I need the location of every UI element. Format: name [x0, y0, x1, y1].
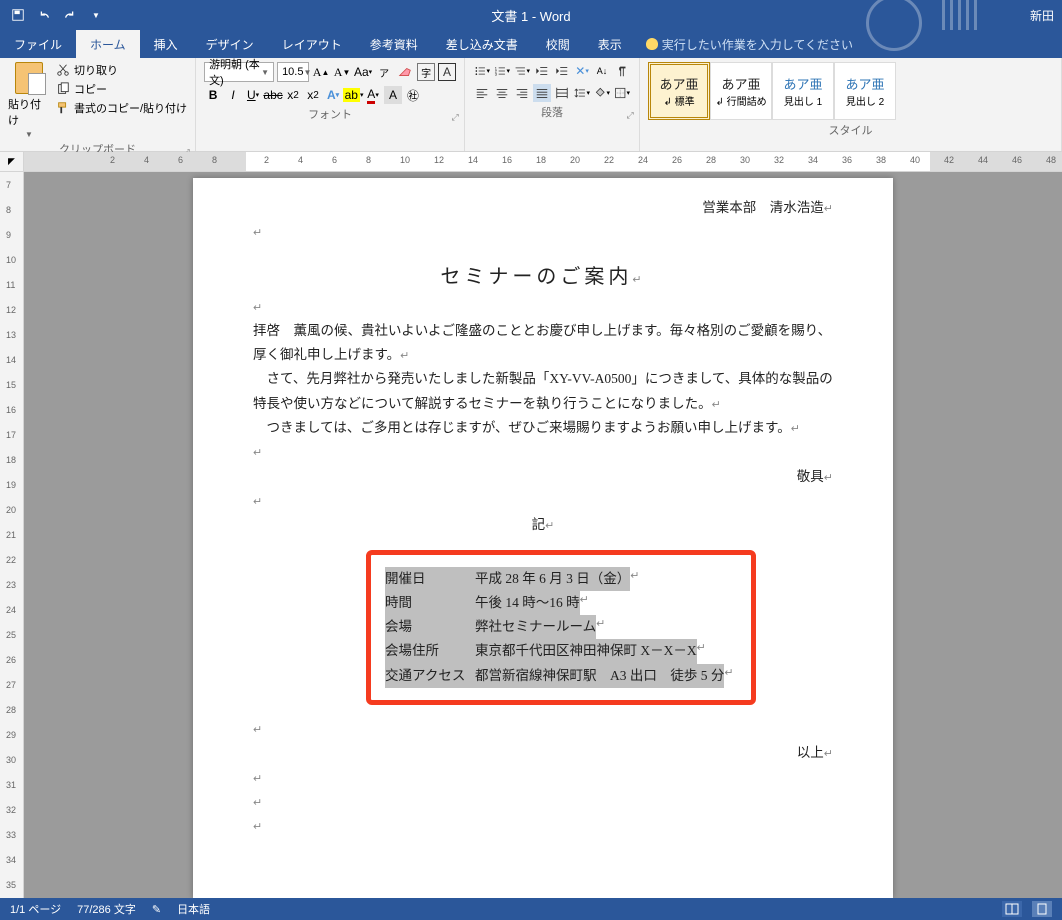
increase-indent[interactable]	[553, 62, 571, 80]
char-shading[interactable]: A	[384, 86, 402, 104]
formatpainter-button[interactable]: 書式のコピー/貼り付け	[56, 100, 187, 116]
align-center[interactable]	[493, 84, 511, 102]
highlight-box: 開催日平成 28 年 6 月 3 日（金） 時間午後 14 時～16 時 会場弊…	[366, 550, 756, 705]
view-print[interactable]	[1032, 901, 1052, 917]
align-left[interactable]	[473, 84, 491, 102]
change-case[interactable]: Aa▾	[354, 63, 372, 81]
style-normal[interactable]: あア亜↲ 標準	[648, 62, 710, 120]
qat-undo[interactable]	[32, 3, 56, 27]
align-right[interactable]	[513, 84, 531, 102]
char-border[interactable]: A	[438, 63, 456, 81]
bulb-icon	[646, 38, 658, 50]
paragraph-launcher[interactable]: ⤢	[625, 110, 635, 120]
user-name: 新田	[1030, 7, 1062, 24]
numbering-button[interactable]: 123▾	[493, 62, 511, 80]
highlight-button[interactable]: ab▾	[344, 86, 362, 104]
line-spacing[interactable]: ▾	[573, 84, 591, 102]
ribbon: 貼り付け ▼ 切り取り コピー 書式のコピー/貼り付け クリップボード⤢ 游明朝…	[0, 58, 1062, 152]
strike-button[interactable]: abc	[264, 86, 282, 104]
subscript-button[interactable]: x2	[284, 86, 302, 104]
doc-p2: さて、先月弊社から発売いたしました新製品「XY-VV-A0500」につきまして、…	[253, 367, 833, 416]
font-name-combo[interactable]: 游明朝 (本文)▼	[204, 62, 274, 82]
tab-design[interactable]: デザイン	[192, 30, 268, 58]
group-clipboard: 貼り付け ▼ 切り取り コピー 書式のコピー/貼り付け クリップボード⤢	[0, 58, 196, 151]
doc-p1: 拝啓 薫風の候、貴社いよいよご隆盛のこととお慶び申し上げます。毎々格別のご愛顧を…	[253, 319, 833, 368]
tab-insert[interactable]: 挿入	[140, 30, 192, 58]
status-page[interactable]: 1/1 ページ	[10, 901, 61, 917]
cut-button[interactable]: 切り取り	[56, 62, 187, 78]
borders-button[interactable]: ▾	[613, 84, 631, 102]
sort-button[interactable]: A↓	[593, 62, 611, 80]
ruby-button[interactable]: ア	[375, 63, 393, 81]
horizontal-ruler[interactable]: ◤ 86422468101214161820222426283032343638…	[0, 152, 1062, 172]
view-read[interactable]	[1002, 901, 1022, 917]
ltr-button[interactable]: ✕▾	[573, 62, 591, 80]
page-1[interactable]: 営業本部 清水浩造 セミナーのご案内 拝啓 薫風の候、貴社いよいよご隆盛のことと…	[193, 178, 893, 898]
qat-save[interactable]	[6, 3, 30, 27]
group-paragraph: ▾ 123▾ ▾ ✕▾ A↓ ▾ ▾ ▾ 段落⤢	[465, 58, 640, 151]
doc-sender: 営業本部 清水浩造	[253, 196, 833, 220]
multilevel-button[interactable]: ▾	[513, 62, 531, 80]
window-title: 文書 1 - Word	[491, 6, 570, 25]
font-launcher[interactable]: ⤢	[450, 112, 460, 122]
status-proof-icon[interactable]: ✎	[152, 903, 161, 916]
font-size-combo[interactable]: 10.5▼	[277, 62, 309, 82]
tellme[interactable]: 実行したい作業を入力してください	[636, 30, 863, 58]
decrease-indent[interactable]	[533, 62, 551, 80]
doc-ki: 記	[253, 513, 833, 537]
qat-customize[interactable]: ▼	[84, 3, 108, 27]
doc-ijo: 以上	[253, 741, 833, 765]
tab-file[interactable]: ファイル	[0, 30, 76, 58]
font-color[interactable]: A▾	[364, 86, 382, 104]
group-font: 游明朝 (本文)▼ 10.5▼ A▲ A▼ Aa▾ ア 字 A B I U▾ a…	[196, 58, 465, 151]
shading-button[interactable]: ▾	[593, 84, 611, 102]
tab-mailings[interactable]: 差し込み文書	[432, 30, 532, 58]
bullets-button[interactable]: ▾	[473, 62, 491, 80]
grow-font[interactable]: A▲	[312, 63, 330, 81]
text-effects[interactable]: A▾	[324, 86, 342, 104]
superscript-button[interactable]: x2	[304, 86, 322, 104]
group-styles: あア亜↲ 標準 あア亜↲ 行間詰め あア亜見出し 1 あア亜見出し 2 スタイル	[640, 58, 1062, 151]
underline-button[interactable]: U▾	[244, 86, 262, 104]
doc-title: セミナーのご案内	[253, 259, 833, 295]
italic-button[interactable]: I	[224, 86, 242, 104]
titlebar-decoration	[802, 0, 1002, 30]
document-area: 7891011121314151617181920212223242526272…	[0, 172, 1062, 898]
status-lang[interactable]: 日本語	[177, 901, 210, 917]
tab-references[interactable]: 参考資料	[356, 30, 432, 58]
enclose-char[interactable]: 字	[417, 63, 435, 81]
style-nospacing[interactable]: あア亜↲ 行間詰め	[710, 62, 772, 120]
doc-keigu: 敬具	[253, 465, 833, 489]
qat-redo[interactable]	[58, 3, 82, 27]
svg-text:3: 3	[495, 72, 497, 77]
show-marks[interactable]	[613, 62, 631, 80]
copy-button[interactable]: コピー	[56, 81, 187, 97]
clear-format[interactable]	[396, 63, 414, 81]
vertical-ruler[interactable]: 7891011121314151617181920212223242526272…	[0, 172, 24, 898]
paste-button[interactable]: 貼り付け ▼	[8, 62, 50, 139]
doc-p3: つきましては、ご多用とは存じますが、ぜひご来場賜りますようお願い申し上げます。	[253, 416, 833, 440]
shrink-font[interactable]: A▼	[333, 63, 351, 81]
status-bar: 1/1 ページ 77/286 文字 ✎ 日本語	[0, 898, 1062, 920]
tab-home[interactable]: ホーム	[76, 30, 140, 58]
style-heading2[interactable]: あア亜見出し 2	[834, 62, 896, 120]
document-scroll[interactable]: 営業本部 清水浩造 セミナーのご案内 拝啓 薫風の候、貴社いよいよご隆盛のことと…	[24, 172, 1062, 898]
clipboard-icon	[15, 62, 43, 94]
tab-view[interactable]: 表示	[584, 30, 636, 58]
style-heading1[interactable]: あア亜見出し 1	[772, 62, 834, 120]
distribute-button[interactable]	[553, 84, 571, 102]
status-words[interactable]: 77/286 文字	[77, 901, 136, 917]
style-gallery[interactable]: あア亜↲ 標準 あア亜↲ 行間詰め あア亜見出し 1 あア亜見出し 2	[648, 62, 1053, 120]
align-justify[interactable]	[533, 84, 551, 102]
titlebar: ▼ 文書 1 - Word 新田	[0, 0, 1062, 30]
tab-layout[interactable]: レイアウト	[268, 30, 356, 58]
enclose-circle[interactable]: ㊓	[404, 86, 422, 104]
tab-review[interactable]: 校閲	[532, 30, 584, 58]
bold-button[interactable]: B	[204, 86, 222, 104]
